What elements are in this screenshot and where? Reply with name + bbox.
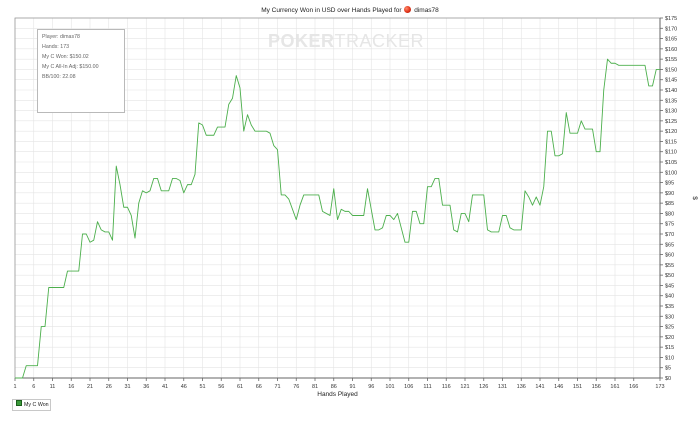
- x-tick-label: 86: [331, 384, 337, 390]
- x-tick-label: 81: [312, 384, 318, 390]
- x-tick-label: 141: [535, 384, 544, 390]
- y-tick-label: $160: [665, 47, 677, 53]
- x-tick-label: 101: [385, 384, 394, 390]
- y-tick-label: $30: [665, 314, 674, 320]
- player-stats-box: Player: dimas78 Hands: 173 My C Won: $15…: [37, 29, 125, 113]
- stat-bb100: BB/100: 22.08: [42, 74, 76, 80]
- y-tick-label: $25: [665, 325, 674, 331]
- y-tick-label: $175: [665, 16, 677, 22]
- y-tick-label: $20: [665, 335, 674, 341]
- y-tick-label: $35: [665, 304, 674, 310]
- x-tick-label: 131: [498, 384, 507, 390]
- y-tick-label: $80: [665, 211, 674, 217]
- y-tick-label: $110: [665, 150, 677, 156]
- x-tick-label: 156: [592, 384, 601, 390]
- y-tick-label: $70: [665, 232, 674, 238]
- x-tick-label: 11: [50, 384, 56, 390]
- x-tick-label: 151: [573, 384, 582, 390]
- y-tick-label: $40: [665, 294, 674, 300]
- x-tick-label: 111: [423, 384, 431, 390]
- x-tick-label: 173: [655, 384, 664, 390]
- x-tick-label: 36: [143, 384, 149, 390]
- y-tick-label: $135: [665, 98, 677, 104]
- x-tick-label: 121: [460, 384, 469, 390]
- stat-player: Player: dimas78: [42, 34, 80, 40]
- y-tick-label: $65: [665, 242, 674, 248]
- y-tick-label: $155: [665, 57, 677, 63]
- stat-allin-adj: My C All-In Adj: $150.00: [42, 64, 99, 70]
- x-tick-label: 16: [68, 384, 74, 390]
- y-tick-label: $50: [665, 273, 674, 279]
- x-tick-label: 31: [124, 384, 130, 390]
- x-axis-title: Hands Played: [317, 391, 358, 398]
- x-tick-label: 161: [610, 384, 619, 390]
- x-tick-label: 21: [87, 384, 93, 390]
- x-tick-label: 61: [237, 384, 243, 390]
- legend-swatch-icon: [16, 400, 22, 406]
- y-tick-label: $115: [665, 139, 677, 145]
- y-tick-label: $165: [665, 37, 677, 43]
- x-tick-label: 96: [368, 384, 374, 390]
- y-tick-label: $145: [665, 78, 677, 84]
- y-tick-label: $100: [665, 170, 677, 176]
- stat-won: My C Won: $150.02: [42, 54, 89, 60]
- x-tick-label: 26: [106, 384, 112, 390]
- y-tick-label: $125: [665, 119, 677, 125]
- x-tick-label: 116: [442, 384, 451, 390]
- x-tick-label: 76: [293, 384, 299, 390]
- legend-label: My C Won: [24, 402, 49, 408]
- x-tick-label: 46: [181, 384, 187, 390]
- x-tick-label: 106: [404, 384, 413, 390]
- y-tick-label: $105: [665, 160, 677, 166]
- y-tick-label: $90: [665, 191, 674, 197]
- y-axis-title: $: [691, 196, 698, 200]
- y-tick-label: $60: [665, 253, 674, 259]
- y-tick-label: $15: [665, 345, 674, 351]
- y-tick-label: $55: [665, 263, 674, 269]
- y-tick-label: $130: [665, 109, 677, 115]
- x-tick-label: 56: [218, 384, 224, 390]
- x-tick-label: 146: [554, 384, 563, 390]
- x-tick-label: 1: [13, 384, 16, 390]
- y-tick-label: $0: [665, 376, 671, 382]
- y-tick-label: $10: [665, 355, 674, 361]
- stat-hands: Hands: 173: [42, 44, 70, 50]
- chart-legend: My C Won: [12, 399, 51, 411]
- y-tick-label: $120: [665, 129, 677, 135]
- y-tick-label: $5: [665, 366, 671, 372]
- y-tick-label: $170: [665, 26, 677, 32]
- x-tick-label: 136: [517, 384, 526, 390]
- x-tick-label: 166: [629, 384, 638, 390]
- y-tick-label: $45: [665, 283, 674, 289]
- x-tick-label: 91: [349, 384, 355, 390]
- y-tick-label: $75: [665, 222, 674, 228]
- y-tick-label: $150: [665, 67, 677, 73]
- x-tick-label: 51: [199, 384, 205, 390]
- x-tick-label: 41: [162, 384, 168, 390]
- x-tick-label: 66: [256, 384, 262, 390]
- y-tick-label: $140: [665, 88, 677, 94]
- x-tick-label: 126: [479, 384, 488, 390]
- y-tick-label: $85: [665, 201, 674, 207]
- x-tick-label: 6: [32, 384, 35, 390]
- x-tick-label: 71: [274, 384, 280, 390]
- y-tick-label: $95: [665, 181, 674, 187]
